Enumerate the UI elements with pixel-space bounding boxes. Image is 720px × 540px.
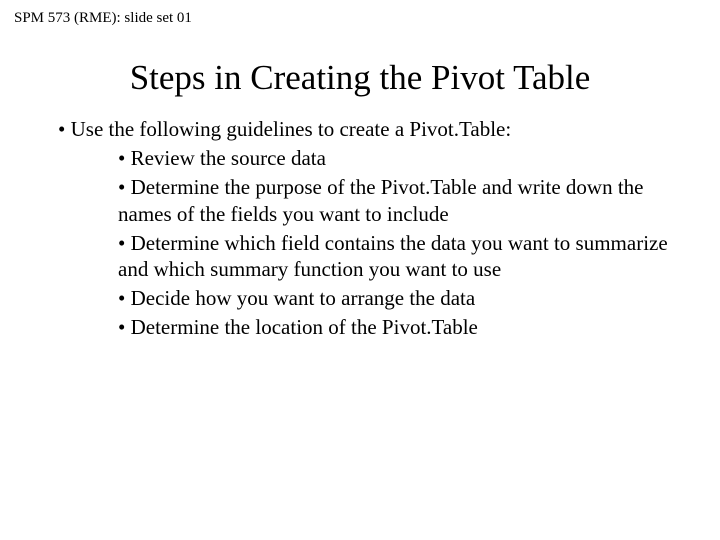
slide-body: • Use the following guidelines to create… <box>58 116 670 343</box>
sub-bullet: • Review the source data <box>118 145 670 172</box>
slide-title: Steps in Creating the Pivot Table <box>0 58 720 98</box>
lead-bullet: • Use the following guidelines to create… <box>58 116 670 143</box>
sub-bullet: • Determine the location of the Pivot.Ta… <box>118 314 670 341</box>
sub-bullet-list: • Review the source data • Determine the… <box>118 145 670 341</box>
sub-bullet: • Determine which field contains the dat… <box>118 230 670 284</box>
slide-header: SPM 573 (RME): slide set 01 <box>14 10 192 27</box>
sub-bullet: • Determine the purpose of the Pivot.Tab… <box>118 174 670 228</box>
sub-bullet: • Decide how you want to arrange the dat… <box>118 285 670 312</box>
